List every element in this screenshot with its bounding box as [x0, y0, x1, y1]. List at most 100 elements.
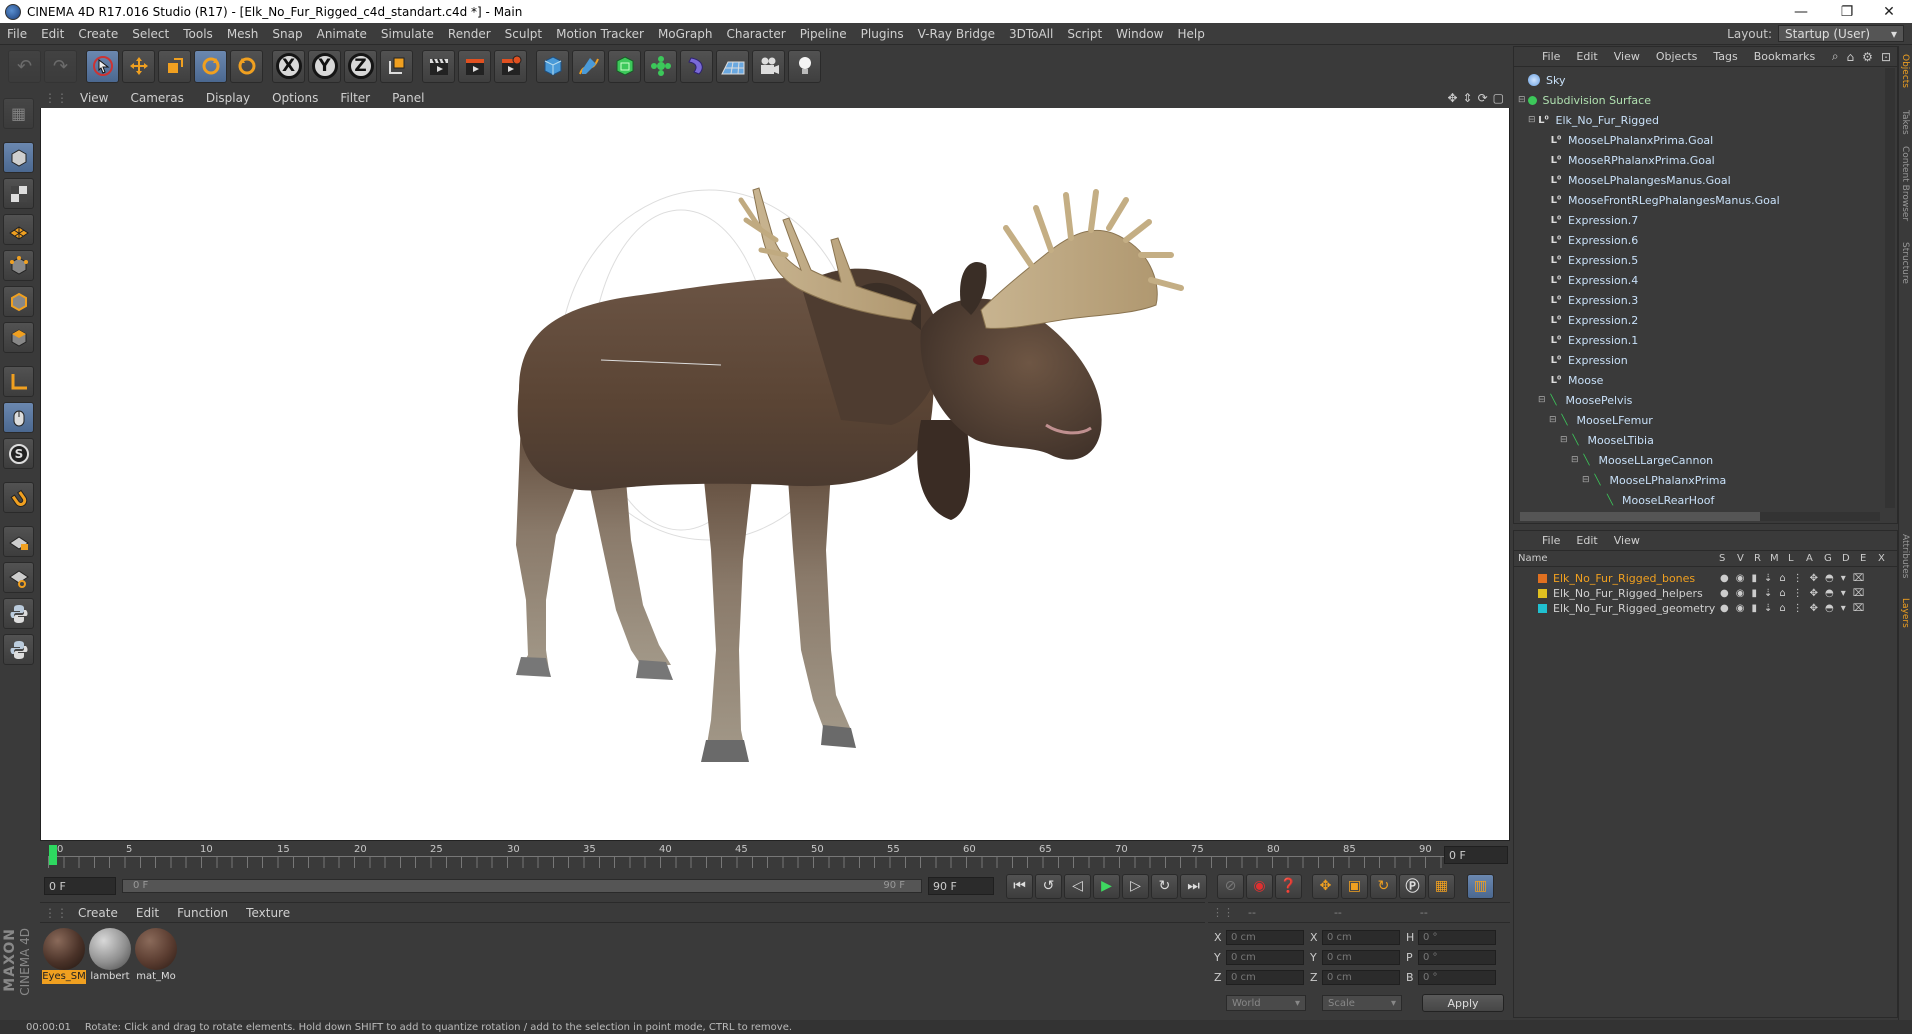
collapse-toggle-icon[interactable]: ⊟	[1518, 95, 1526, 105]
layer-toggles-icon[interactable]: ●◉▮⇣⌂⋮✥◓▾⌧	[1720, 588, 1871, 599]
start-frame-field[interactable]: 0 F	[44, 877, 116, 895]
layer-menu-view[interactable]: View	[1606, 534, 1648, 547]
object-row[interactable]: L⁰ Expression.5	[1550, 251, 1639, 269]
restore-button[interactable]: ❐	[1824, 0, 1870, 23]
camera-button[interactable]	[752, 49, 785, 83]
viewport-menu-options[interactable]: Options	[260, 91, 328, 105]
collapse-toggle-icon[interactable]: ⊟	[1560, 435, 1568, 445]
coordinate-system-button[interactable]	[380, 49, 413, 83]
floor-button[interactable]	[716, 49, 749, 83]
viewport-menu-cameras[interactable]: Cameras	[118, 91, 193, 105]
live-selection-button[interactable]	[86, 49, 119, 83]
rotate-view-icon[interactable]: ⟳	[1478, 91, 1488, 105]
autokey-button[interactable]: ◉	[1246, 873, 1273, 899]
menu-sculpt[interactable]: Sculpt	[498, 27, 549, 41]
workplane-mode-button[interactable]	[3, 214, 34, 245]
object-row[interactable]: ⊟ ╲ MooseLTibia	[1560, 431, 1654, 449]
menu-file[interactable]: File	[0, 27, 34, 41]
object-row[interactable]: L⁰ Moose	[1550, 371, 1604, 389]
collapse-toggle-icon[interactable]: ⊟	[1528, 115, 1536, 125]
scale-tool-button[interactable]	[158, 49, 191, 83]
coord-mode-dropdown[interactable]: World ▾	[1226, 995, 1306, 1011]
side-tab-attributes[interactable]: Attributes	[1900, 534, 1910, 578]
rotate-tool-button[interactable]	[194, 49, 227, 83]
object-row[interactable]: L⁰ MooseFrontRLegPhalangesManus.Goal	[1550, 191, 1780, 209]
z-axis-lock-button[interactable]: Z	[344, 49, 377, 83]
side-tab-content-browser[interactable]: Content Browser	[1900, 146, 1910, 221]
render-settings-button[interactable]	[494, 49, 527, 83]
recent-tool-button[interactable]	[230, 49, 263, 83]
object-menu-view[interactable]: View	[1606, 50, 1648, 63]
points-mode-button[interactable]	[3, 250, 34, 281]
size-z-field[interactable]: 0 cm	[1322, 970, 1400, 985]
x-axis-lock-button[interactable]: X	[272, 49, 305, 83]
key-parameter-button[interactable]: Ⓟ	[1399, 873, 1426, 899]
menu-select[interactable]: Select	[125, 27, 176, 41]
cube-primitive-button[interactable]	[536, 49, 569, 83]
render-view-button[interactable]	[422, 49, 455, 83]
position-y-field[interactable]: 0 cm	[1226, 950, 1304, 965]
cloner-button[interactable]	[644, 49, 677, 83]
python-script-button-1[interactable]	[3, 598, 34, 629]
material-menu-create[interactable]: Create	[68, 906, 126, 920]
subdivision-surface-button[interactable]	[608, 49, 641, 83]
make-editable-button[interactable]: ▦	[3, 98, 34, 129]
tweak-mode-button[interactable]	[3, 402, 34, 433]
material-swatch-lambert[interactable]: lambert	[88, 928, 132, 984]
pen-spline-button[interactable]	[572, 49, 605, 83]
object-row[interactable]: L⁰ MooseRPhalanxPrima.Goal	[1550, 151, 1715, 169]
3d-viewport[interactable]	[40, 89, 1510, 841]
object-horizontal-scrollbar[interactable]	[1520, 512, 1880, 521]
move-tool-button[interactable]	[122, 49, 155, 83]
viewport-menu-view[interactable]: View	[68, 91, 118, 105]
close-window-button[interactable]: ✕	[1866, 0, 1912, 23]
side-tab-takes[interactable]: Takes	[1900, 110, 1910, 135]
object-row[interactable]: ⊟ L⁰ Elk_No_Fur_Rigged	[1528, 111, 1659, 129]
material-swatch-moose[interactable]: mat_Mo	[134, 928, 178, 984]
timeline-ruler[interactable]: 0 5 10 15 20 25 30 35 40 45 50 55 60 65 …	[40, 842, 1510, 872]
new-panel-icon[interactable]: ⊡	[1877, 50, 1897, 64]
object-row[interactable]: L⁰ Expression	[1550, 351, 1628, 369]
object-row[interactable]: L⁰ Expression.6	[1550, 231, 1639, 249]
key-position-button[interactable]: ✥	[1312, 873, 1339, 899]
material-menu-edit[interactable]: Edit	[126, 906, 167, 920]
axis-mode-button[interactable]	[3, 366, 34, 397]
object-row[interactable]: ⊟ ╲ MoosePelvis	[1538, 391, 1632, 409]
moose-model[interactable]	[41, 90, 1509, 840]
layer-menu-edit[interactable]: Edit	[1568, 534, 1605, 547]
object-row[interactable]: L⁰ Expression.3	[1550, 291, 1639, 309]
apply-button[interactable]: Apply	[1422, 994, 1504, 1012]
solo-mode-button[interactable]: S	[3, 438, 34, 469]
size-x-field[interactable]: 0 cm	[1322, 930, 1400, 945]
object-row[interactable]: L⁰ Expression.1	[1550, 331, 1639, 349]
key-rotation-button[interactable]: ↻	[1370, 873, 1397, 899]
snapping-button[interactable]	[3, 482, 34, 513]
y-axis-lock-button[interactable]: Y	[308, 49, 341, 83]
workplane-lock-button[interactable]	[3, 526, 34, 557]
menu-tools[interactable]: Tools	[176, 27, 220, 41]
undo-button[interactable]: ↶	[8, 49, 41, 83]
timeline-window-button[interactable]: ▥	[1467, 873, 1494, 899]
maximize-view-icon[interactable]: ▢	[1493, 91, 1504, 105]
size-y-field[interactable]: 0 cm	[1322, 950, 1400, 965]
object-row[interactable]: ⊟ ╲ MooseLFemur	[1549, 411, 1653, 429]
object-row[interactable]: L⁰ MooseLPhalangesManus.Goal	[1550, 171, 1731, 189]
layer-menu-file[interactable]: File	[1534, 534, 1568, 547]
object-row[interactable]: ⊟ ╲ MooseLLargeCannon	[1571, 451, 1713, 469]
settings-icon[interactable]: ⚙	[1858, 50, 1877, 64]
layer-row[interactable]: Elk_No_Fur_Rigged_helpers ●◉▮⇣⌂⋮✥◓▾⌧	[1514, 586, 1897, 601]
menu-mesh[interactable]: Mesh	[220, 27, 266, 41]
menu-snap[interactable]: Snap	[265, 27, 309, 41]
viewport-menu-panel[interactable]: Panel	[380, 91, 434, 105]
menu-plugins[interactable]: Plugins	[854, 27, 911, 41]
menu-script[interactable]: Script	[1060, 27, 1109, 41]
position-z-field[interactable]: 0 cm	[1226, 970, 1304, 985]
menu-3dtoall[interactable]: 3DToAll	[1002, 27, 1060, 41]
go-to-end-button[interactable]: ⏭	[1180, 873, 1207, 899]
object-row[interactable]: L⁰ Expression.7	[1550, 211, 1639, 229]
current-frame-field[interactable]: 0 F	[1444, 846, 1508, 864]
home-icon[interactable]: ⌂	[1843, 50, 1859, 64]
move-view-icon[interactable]: ✥	[1447, 91, 1457, 105]
collapse-toggle-icon[interactable]: ⊟	[1538, 395, 1546, 405]
position-x-field[interactable]: 0 cm	[1226, 930, 1304, 945]
